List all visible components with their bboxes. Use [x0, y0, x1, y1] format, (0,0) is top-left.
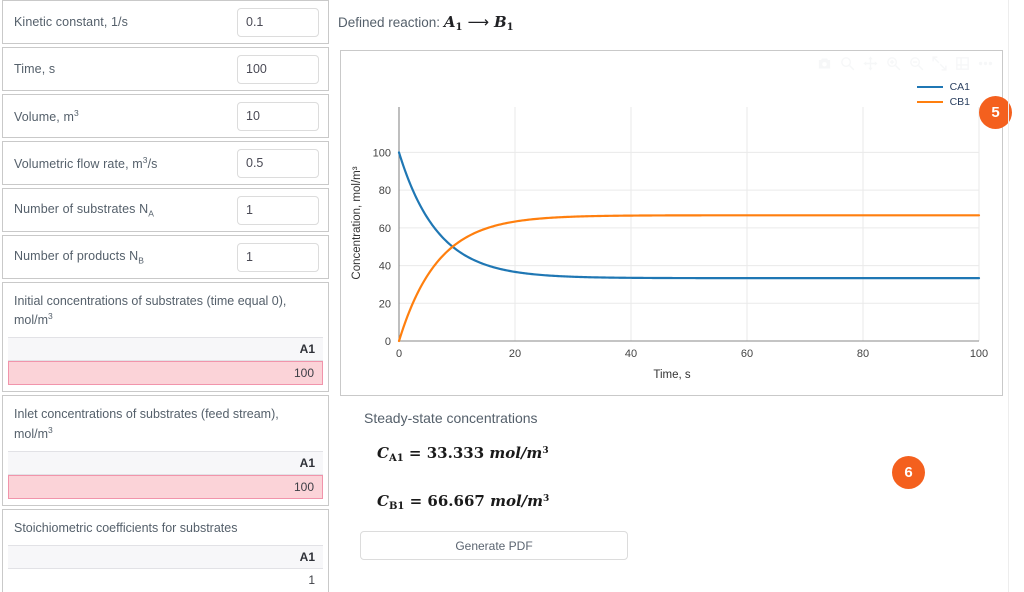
steady-state-cb1-unit: mol/m3: [490, 492, 550, 510]
chart-tick-labels: 0 20 40 60 80 100 0 20 40 60 80 100: [373, 147, 989, 360]
field-row-volume: Volume, m3: [3, 95, 328, 137]
field-card-stoichiometric-coefficients-substrates: Stoichiometric coefficients for substrat…: [2, 508, 329, 592]
svg-text:20: 20: [379, 298, 391, 310]
panel-divider: [1008, 0, 1009, 592]
svg-text:60: 60: [741, 348, 753, 360]
steady-state-cb1-symbol: CB1: [377, 492, 405, 512]
parameters-form-panel: Kinetic constant, 1/s Time, s Volume, m3 Vo…: [0, 0, 331, 592]
chart-axes: [398, 107, 979, 342]
defined-reaction: Defined reaction: A1 ⟶ B1: [338, 13, 514, 33]
concentration-chart-card: CA1 CB1 0 20 40 60 80 100 0 20 40 60 80 100 Time, s …: [340, 50, 1003, 396]
table-cell-stoichiometric-coefficients-substrates[interactable]: 1: [8, 568, 323, 592]
field-label-number-of-products: Number of products NB: [14, 248, 145, 266]
legend-swatch-CB1: [916, 100, 943, 103]
svg-text:80: 80: [379, 185, 391, 197]
field-label-volumetric-flow-rate: Volumetric flow rate, m3/s: [14, 154, 158, 172]
field-card-initial-concentrations-substrates: Initial concentrations of substrates (ti…: [2, 282, 329, 393]
chart-ylabel: Concentration, mol/m³: [351, 166, 363, 279]
table-cell-initial-concentrations-substrates[interactable]: 100: [8, 361, 323, 386]
field-label-time: Time, s: [14, 62, 56, 76]
table-header-initial-concentrations-substrates: A1: [8, 337, 323, 362]
field-label-initial-concentrations-substrates: Initial concentrations of substrates (ti…: [14, 294, 287, 328]
svg-text:100: 100: [373, 147, 391, 159]
autoscale-icon[interactable]: [931, 55, 948, 72]
step-badge-6: 6: [892, 456, 925, 489]
legend-item-CB1[interactable]: CB1: [916, 94, 970, 109]
field-row-kinetic-constant: Kinetic constant, 1/s: [3, 1, 328, 43]
steady-state-ca1: CA1 = 33.333 mol/m3: [377, 444, 549, 464]
field-card-number-of-products: Number of products NB: [2, 235, 329, 279]
field-label-kinetic-constant: Kinetic constant, 1/s: [14, 15, 128, 29]
field-row-number-of-products: Number of products NB: [3, 236, 328, 278]
field-label-volume: Volume, m3: [14, 107, 79, 125]
table-header-inlet-concentrations-substrates: A1: [8, 450, 323, 475]
camera-icon[interactable]: [816, 55, 833, 72]
field-label-number-of-substrates: Number of substrates NA: [14, 201, 154, 219]
steady-state-ca1-symbol: CA1: [377, 444, 404, 464]
field-label-stoichiometric-coefficients-substrates: Stoichiometric coefficients for substrat…: [14, 520, 238, 535]
pan-icon[interactable]: [862, 55, 879, 72]
chart-xlabel: Time, s: [653, 369, 691, 381]
steady-state-cb1: CB1 = 66.667 mol/m3: [377, 492, 549, 512]
table-header-stoichiometric-coefficients-substrates: A1: [8, 544, 323, 569]
field-label-inlet-concentrations-substrates: Inlet concentrations of substrates (feed…: [14, 407, 279, 441]
chart-series-curves: [397, 151, 981, 343]
reset-axes-icon[interactable]: [954, 55, 971, 72]
legend-swatch-CA1: [916, 85, 943, 88]
svg-text:80: 80: [857, 348, 869, 360]
field-row-volumetric-flow-rate: Volumetric flow rate, m3/s: [3, 142, 328, 184]
input-number-of-substrates[interactable]: [237, 195, 319, 225]
input-time[interactable]: [237, 54, 319, 84]
input-kinetic-constant[interactable]: [237, 7, 319, 37]
input-number-of-products[interactable]: [237, 242, 319, 272]
svg-text:40: 40: [379, 261, 391, 273]
field-card-number-of-substrates: Number of substrates NA: [2, 188, 329, 232]
reaction-product: B1: [493, 13, 514, 33]
legend-item-CA1[interactable]: CA1: [916, 79, 970, 94]
field-row-number-of-substrates: Number of substrates NA: [3, 189, 328, 231]
field-row-time: Time, s: [3, 48, 328, 90]
input-volume[interactable]: [237, 101, 319, 131]
results-panel: Defined reaction: A1 ⟶ B1 CA1 CB1 0 20 4…: [331, 0, 1012, 592]
svg-text:20: 20: [509, 348, 521, 360]
table-fields-group: Initial concentrations of substrates (ti…: [0, 282, 331, 592]
chart-plot-area: 0 20 40 60 80 100 0 20 40 60 80 100 Time, s Concent…: [351, 107, 989, 381]
zoom-in-icon[interactable]: [885, 55, 902, 72]
zoom-out-icon[interactable]: [908, 55, 925, 72]
input-volumetric-flow-rate[interactable]: [237, 148, 319, 178]
steady-state-title: Steady-state concentrations: [364, 410, 538, 426]
chart-modebar[interactable]: [816, 55, 994, 72]
chart-legend[interactable]: CA1 CB1: [916, 79, 970, 109]
svg-text:100: 100: [970, 348, 988, 360]
app-root: Kinetic constant, 1/s Time, s Volume, m3 Vo…: [0, 0, 1024, 592]
steady-state-ca1-value: 33.333: [426, 444, 485, 462]
field-card-volumetric-flow-rate: Volumetric flow rate, m3/s: [2, 141, 329, 185]
field-card-time: Time, s: [2, 47, 329, 91]
plotly-logo-icon[interactable]: [977, 55, 994, 72]
generate-pdf-button[interactable]: Generate PDF: [360, 531, 628, 560]
field-card-volume: Volume, m3: [2, 94, 329, 138]
svg-text:40: 40: [625, 348, 637, 360]
field-card-kinetic-constant: Kinetic constant, 1/s: [2, 0, 329, 44]
svg-text:0: 0: [385, 336, 391, 348]
chart-gridlines: [399, 107, 980, 342]
table-cell-inlet-concentrations-substrates[interactable]: 100: [8, 474, 323, 499]
defined-reaction-prefix: Defined reaction:: [338, 15, 441, 30]
steady-state-cb1-value: 66.667: [427, 492, 485, 510]
legend-label-CA1: CA1: [949, 80, 970, 93]
steady-state-ca1-equals: =: [408, 444, 422, 462]
reaction-arrow-icon: ⟶: [467, 13, 489, 31]
simple-fields-group: Kinetic constant, 1/s Time, s Volume, m3 Vo…: [0, 0, 331, 279]
zoom-icon[interactable]: [839, 55, 856, 72]
svg-text:60: 60: [379, 223, 391, 235]
steady-state-cb1-equals: =: [409, 492, 423, 510]
reaction-reactant: A1: [443, 13, 463, 33]
steady-state-ca1-unit: mol/m3: [489, 444, 549, 462]
legend-label-CB1: CB1: [949, 95, 970, 108]
field-card-inlet-concentrations-substrates: Inlet concentrations of substrates (feed…: [2, 395, 329, 506]
svg-text:0: 0: [396, 348, 402, 360]
